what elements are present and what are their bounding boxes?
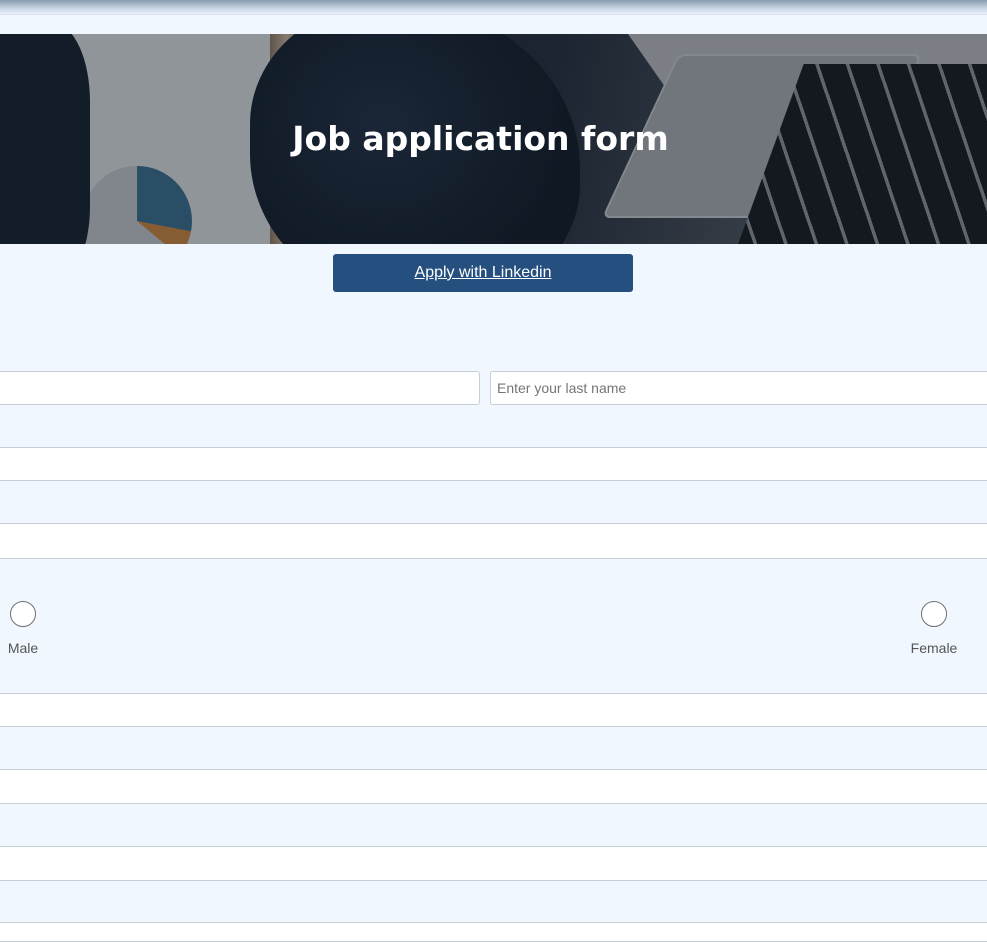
gender-option-female[interactable]: Female <box>908 601 960 656</box>
form-input-field[interactable] <box>0 447 987 481</box>
first-name-input[interactable] <box>0 371 480 405</box>
female-radio-button[interactable] <box>921 601 947 627</box>
page-title: Job application form <box>0 34 987 244</box>
form-input-field[interactable] <box>0 693 987 727</box>
apply-with-linkedin-button[interactable]: Apply with Linkedin <box>333 254 633 292</box>
form-input-field[interactable] <box>0 922 987 942</box>
female-radio-label: Female <box>910 640 958 656</box>
male-radio-button[interactable] <box>10 601 36 627</box>
male-radio-label: Male <box>7 640 39 656</box>
page-title-text: Job application form <box>292 118 669 158</box>
form-input-field[interactable] <box>0 846 987 881</box>
form-input-field[interactable] <box>0 769 987 804</box>
last-name-input[interactable] <box>490 371 987 405</box>
gender-option-male[interactable]: Male <box>5 601 41 656</box>
browser-top-bar <box>0 0 987 15</box>
form-input-field[interactable] <box>0 523 987 559</box>
